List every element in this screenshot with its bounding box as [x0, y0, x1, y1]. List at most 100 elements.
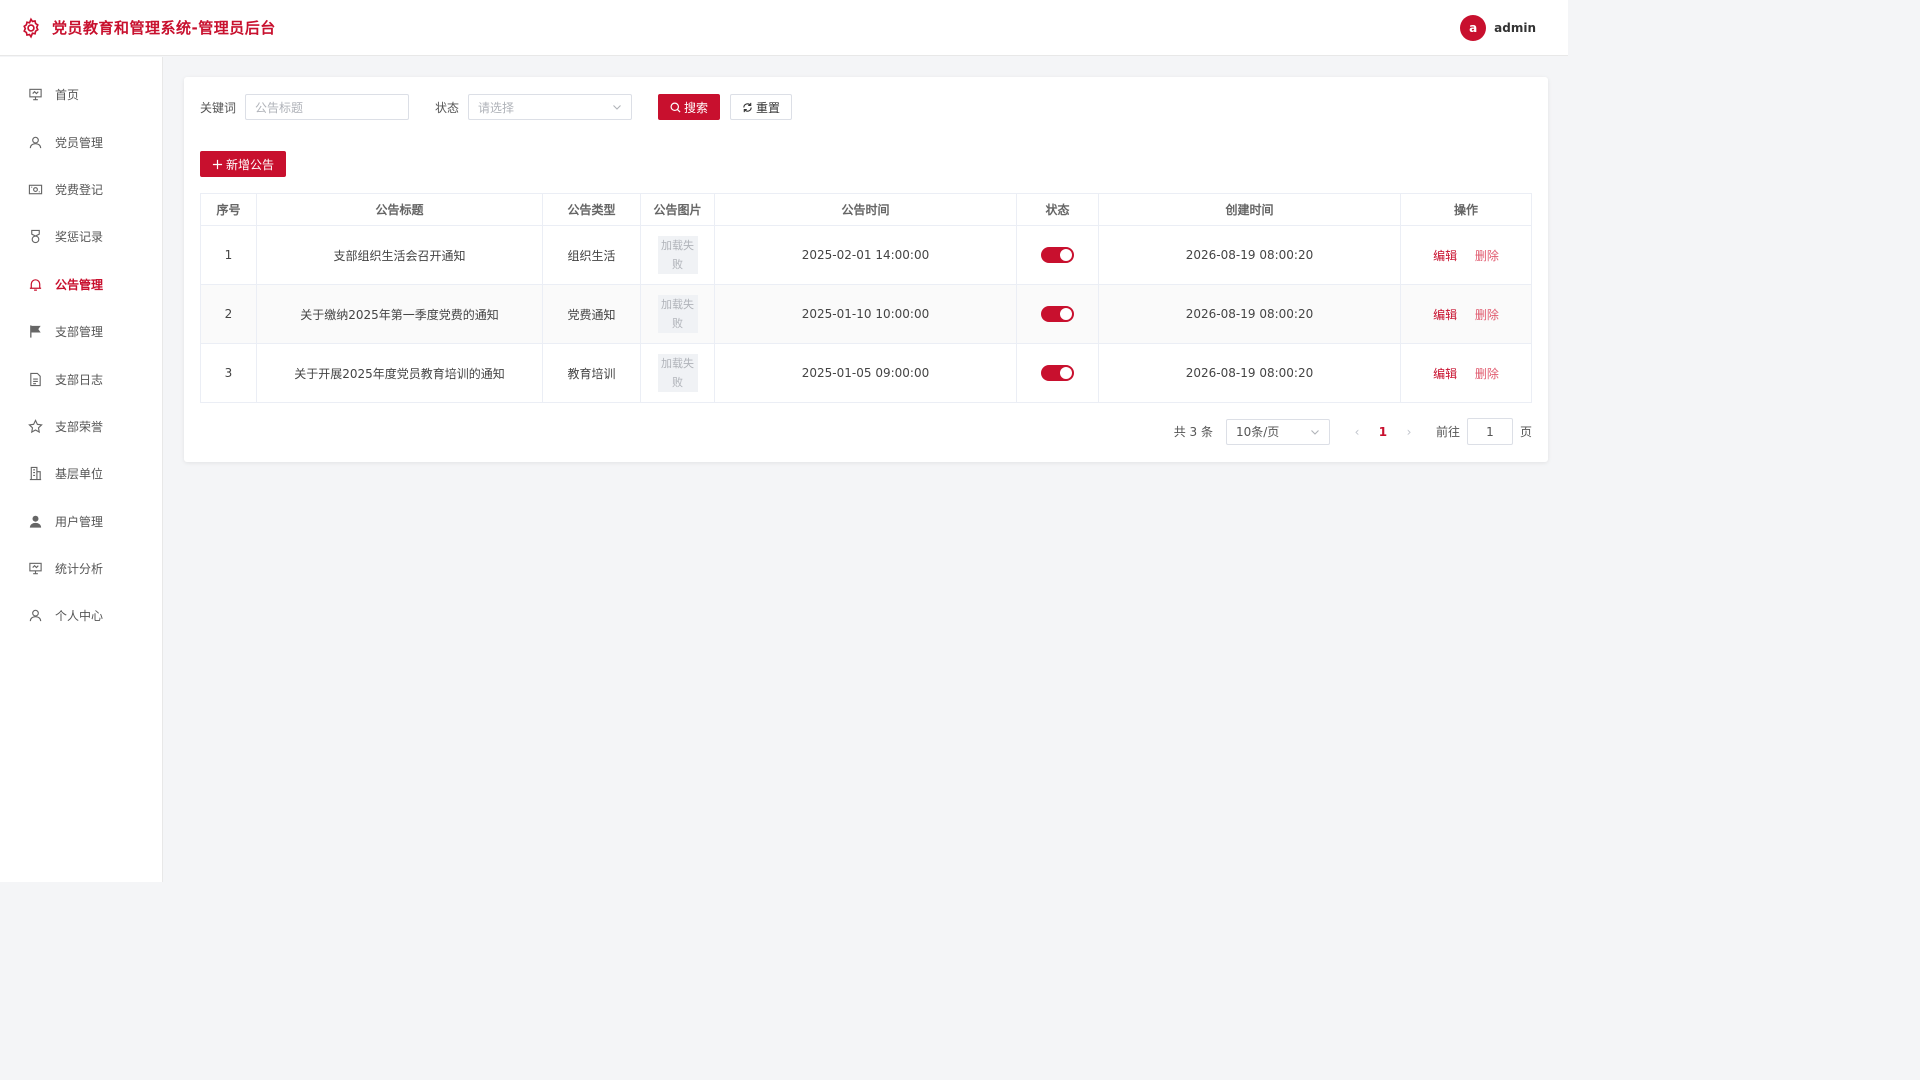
next-page-button[interactable]: ›: [1396, 425, 1422, 439]
brand: 党员教育和管理系统-管理员后台: [20, 17, 276, 39]
cell-time: 2025-01-05 09:00:00: [714, 343, 1017, 403]
sidebar-item-statistics[interactable]: 统计分析: [0, 545, 162, 592]
cell-title: 关于缴纳2025年第一季度党费的通知: [256, 284, 543, 344]
refresh-icon: [742, 102, 753, 113]
column-header: 公告类型: [542, 193, 641, 226]
user-menu[interactable]: a admin: [1460, 14, 1548, 41]
delete-link[interactable]: 删除: [1475, 249, 1499, 263]
medal-icon: [28, 229, 43, 244]
money-icon: [28, 182, 43, 197]
sidebar-item-label: 党员管理: [55, 135, 104, 150]
sidebar-item-units[interactable]: 基层单位: [0, 450, 162, 497]
sidebar-item-label: 统计分析: [55, 562, 104, 577]
page-number-current[interactable]: 1: [1370, 425, 1396, 439]
status-toggle[interactable]: [1041, 306, 1074, 322]
table-row: 3 关于开展2025年度党员教育培训的通知 教育培训 加载失败 2025-01-…: [200, 343, 1532, 403]
total-count: 共 3 条: [1173, 425, 1213, 439]
status-select[interactable]: 请选择: [468, 94, 633, 120]
cell-status: [1016, 343, 1099, 403]
cell-actions: 编辑 删除: [1400, 225, 1532, 285]
status-placeholder: 请选择: [478, 100, 515, 115]
search-icon: [670, 102, 681, 113]
user-filled-icon: [28, 514, 43, 529]
chevron-down-icon: [612, 102, 622, 112]
user-icon: [28, 135, 43, 150]
cell-title: 关于开展2025年度党员教育培训的通知: [256, 343, 543, 403]
document-icon: [28, 372, 43, 387]
keyword-placeholder: 公告标题: [255, 100, 304, 115]
prev-page-button[interactable]: ‹: [1344, 425, 1370, 439]
table-row: 2 关于缴纳2025年第一季度党费的通知 党费通知 加载失败 2025-01-1…: [200, 284, 1532, 344]
cell-created: 2026-08-19 08:00:20: [1098, 343, 1401, 403]
cell-time: 2025-01-10 10:00:00: [714, 284, 1017, 344]
delete-link[interactable]: 删除: [1475, 367, 1499, 381]
sidebar-item-label: 支部荣誉: [55, 419, 104, 434]
cell-status: [1016, 225, 1099, 285]
plus-icon: [212, 159, 223, 170]
content-card: 关键词 公告标题 状态 请选择 搜索 重置 新增公告 序号 公告标题 公告类型 …: [184, 77, 1548, 462]
goto-label: 前往: [1435, 425, 1460, 439]
column-header: 公告图片: [640, 193, 715, 226]
sidebar-item-branch-log[interactable]: 支部日志: [0, 355, 162, 402]
delete-link[interactable]: 删除: [1475, 308, 1499, 322]
sidebar: 首页 党员管理 党费登记 奖惩记录 公告管理 支部管理 支部日志 支部荣誉 基层…: [0, 57, 163, 882]
filter-bar: 关键词 公告标题 状态 请选择 搜索 重置: [200, 94, 793, 120]
chevron-down-icon: [1310, 427, 1320, 437]
app-title: 党员教育和管理系统-管理员后台: [52, 19, 276, 37]
sidebar-item-users[interactable]: 用户管理: [0, 498, 162, 545]
table-row: 1 支部组织生活会召开通知 组织生活 加载失败 2025-02-01 14:00…: [200, 225, 1532, 285]
cell-index: 2: [200, 284, 257, 344]
keyword-label: 关键词: [200, 100, 237, 115]
cell-type: 组织生活: [542, 225, 641, 285]
sidebar-item-label: 党费登记: [55, 182, 104, 197]
edit-link[interactable]: 编辑: [1433, 308, 1457, 322]
cell-image: 加载失败: [640, 343, 715, 403]
presentation-icon: [28, 87, 43, 102]
add-notice-button[interactable]: 新增公告: [200, 151, 287, 177]
gear-icon: [20, 17, 42, 39]
status-toggle[interactable]: [1041, 247, 1074, 263]
sidebar-item-members[interactable]: 党员管理: [0, 118, 162, 165]
cell-created: 2026-08-19 08:00:20: [1098, 284, 1401, 344]
sidebar-item-label: 支部日志: [55, 372, 104, 387]
sidebar-item-label: 公告管理: [55, 277, 104, 292]
pagination: 共 3 条 10条/页 ‹ 1 › 前往 1 页: [1174, 418, 1532, 445]
sidebar-item-branch-honors[interactable]: 支部荣誉: [0, 403, 162, 450]
cell-image: 加载失败: [640, 225, 715, 285]
avatar[interactable]: a: [1460, 14, 1487, 41]
search-button-label: 搜索: [684, 100, 709, 115]
notices-table: 序号 公告标题 公告类型 公告图片 公告时间 状态 创建时间 操作 1 支部组织…: [200, 193, 1532, 403]
sidebar-item-branches[interactable]: 支部管理: [0, 308, 162, 355]
reset-button-label: 重置: [756, 100, 781, 115]
column-header: 序号: [200, 193, 257, 226]
keyword-input[interactable]: 公告标题: [245, 94, 410, 120]
goto-page-value: 1: [1486, 424, 1494, 439]
flag-icon: [28, 324, 43, 339]
sidebar-item-rewards[interactable]: 奖惩记录: [0, 213, 162, 260]
edit-link[interactable]: 编辑: [1433, 249, 1457, 263]
sidebar-item-profile[interactable]: 个人中心: [0, 592, 162, 639]
image-load-failed: 加载失败: [657, 295, 698, 333]
sidebar-item-label: 首页: [55, 88, 80, 103]
user-icon: [28, 608, 43, 623]
edit-link[interactable]: 编辑: [1433, 367, 1457, 381]
username[interactable]: admin: [1494, 21, 1536, 35]
search-button[interactable]: 搜索: [658, 94, 721, 120]
cell-actions: 编辑 删除: [1400, 343, 1532, 403]
sidebar-item-label: 基层单位: [55, 467, 104, 482]
page-size-value: 10条/页: [1235, 425, 1280, 439]
status-toggle[interactable]: [1041, 365, 1074, 381]
sidebar-item-dues[interactable]: 党费登记: [0, 166, 162, 213]
page-size-select[interactable]: 10条/页: [1225, 418, 1330, 445]
sidebar-item-label: 支部管理: [55, 325, 104, 340]
column-header: 操作: [1400, 193, 1532, 226]
goto-page-input[interactable]: 1: [1466, 418, 1513, 445]
add-notice-label: 新增公告: [226, 157, 275, 172]
reset-button[interactable]: 重置: [730, 94, 793, 120]
sidebar-item-notices[interactable]: 公告管理: [0, 261, 162, 308]
cell-index: 1: [200, 225, 257, 285]
cell-created: 2026-08-19 08:00:20: [1098, 225, 1401, 285]
sidebar-item-home[interactable]: 首页: [0, 71, 162, 118]
cell-time: 2025-02-01 14:00:00: [714, 225, 1017, 285]
image-load-failed: 加载失败: [657, 236, 698, 274]
